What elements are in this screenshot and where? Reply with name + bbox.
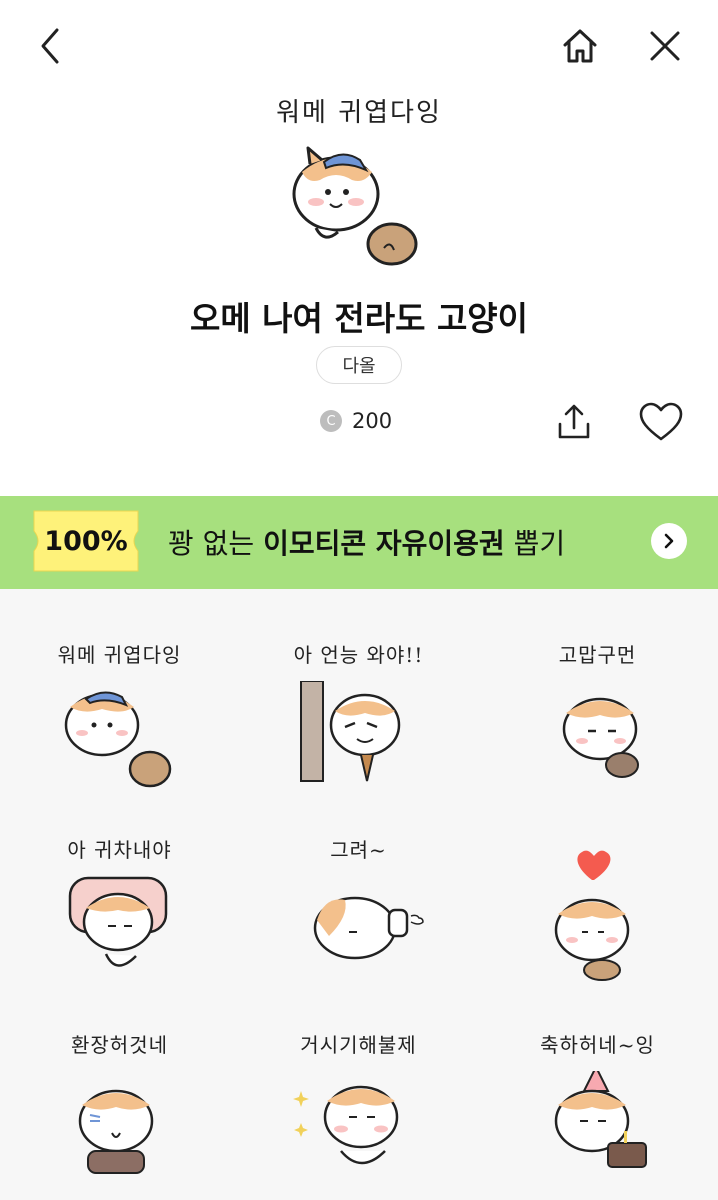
back-button[interactable] [26,22,74,70]
chevron-left-icon [41,28,59,64]
price-value: 200 [352,409,393,433]
sticker-label: 환장허것네 [71,1033,168,1057]
sticker-image [554,1071,647,1168]
sticker-item[interactable]: 고맙구먼 [478,589,717,784]
sticker-item[interactable]: 워메 귀엽다잉 [0,589,239,788]
banner-text: 꽝 없는 이모티콘 자유이용권 뽑기 [168,522,565,562]
sticker-label: 워메 귀엽다잉 [57,643,182,667]
sticker-image [64,691,172,788]
sticker-item[interactable]: 아 귀차내야 [0,784,239,979]
sticker-item[interactable] [478,784,717,981]
sticker-image [554,850,630,981]
banner-arrow-button[interactable] [651,523,687,559]
hero-sticker-image[interactable] [284,144,424,274]
sticker-item[interactable]: 그려~ [239,784,478,979]
sticker-label: 그려~ [330,838,387,862]
home-button[interactable] [556,22,604,70]
sticker-grid: 워메 귀엽다잉 아 언능 와야!! 고맙구먼 아 귀차내야 그려~ 환장허것네 … [0,589,718,1200]
sticker-image [78,1089,154,1174]
sticker-item[interactable]: 거시기해불제 [239,979,478,1174]
banner-text-bold: 이모티콘 자유이용권 [263,527,505,560]
author-chip[interactable]: 다올 [316,346,402,384]
sticker-item[interactable]: 환장허것네 [0,979,239,1174]
sticker-item[interactable]: 축하허네~잉 [478,979,717,1174]
sticker-label: 고맙구먼 [558,643,637,667]
hero-sticker-caption: 워메 귀엽다잉 [276,98,442,128]
sticker-image [68,876,168,967]
sticker-image [313,896,424,960]
sticker-label: 거시기해불제 [300,1033,417,1057]
ticket-badge: 100% [30,509,142,573]
like-button[interactable] [636,400,686,444]
top-bar [0,0,718,92]
sticker-item[interactable]: 아 언능 와야!! [239,589,478,784]
banner-text-prefix: 꽝 없는 [168,527,264,560]
chevron-right-icon [664,533,674,549]
sticker-label: 축하허네~잉 [540,1033,655,1057]
emoticon-hero: 워메 귀엽다잉 오메 나여 전라도 고양이 다올 C 200 [0,88,718,488]
sticker-image [562,697,639,778]
emoticon-title: 오메 나여 전라도 고양이 [189,299,529,338]
sticker-label: 아 언능 와야!! [293,643,424,667]
promo-banner[interactable]: 100% 꽝 없는 이모티콘 자유이용권 뽑기 [0,496,718,589]
price: C 200 [320,406,392,436]
close-icon [650,31,680,61]
banner-text-suffix: 뽑기 [504,527,566,560]
sticker-image [293,1085,399,1165]
home-icon [563,29,597,63]
coin-icon: C [320,410,342,432]
sticker-label: 아 귀차내야 [67,838,172,862]
share-icon [558,404,590,439]
share-button[interactable] [552,400,596,444]
ticket-label: 100% [44,525,128,557]
sticker-image [300,681,401,782]
close-button[interactable] [641,22,689,70]
heart-icon [639,402,683,441]
